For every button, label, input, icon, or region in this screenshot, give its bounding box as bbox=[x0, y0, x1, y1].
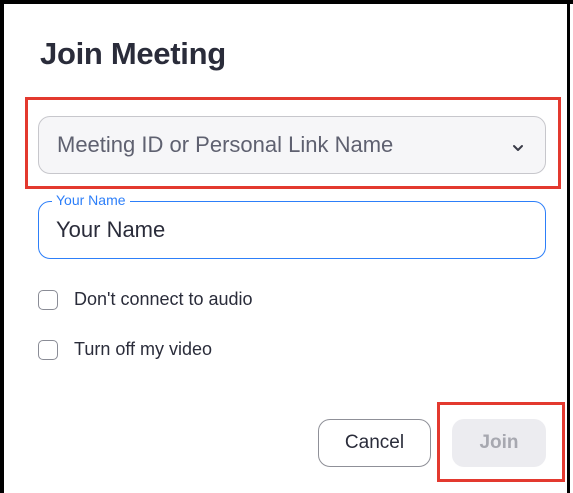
your-name-label: Your Name bbox=[52, 192, 130, 208]
turn-off-video-checkbox[interactable] bbox=[38, 339, 58, 360]
window-border-top bbox=[0, 0, 573, 4]
chevron-down-icon[interactable] bbox=[511, 140, 525, 151]
turn-off-video-label: Turn off my video bbox=[74, 339, 213, 359]
your-name-input[interactable] bbox=[56, 212, 526, 248]
join-meeting-dialog: Join Meeting Meeting ID or Personal Link… bbox=[0, 0, 573, 493]
meeting-id-placeholder: Meeting ID or Personal Link Name bbox=[57, 132, 394, 157]
turn-off-video-option[interactable]: Turn off my video bbox=[38, 339, 212, 360]
join-button[interactable]: Join bbox=[452, 419, 546, 467]
window-border-left bbox=[0, 0, 4, 493]
window-border-right bbox=[567, 0, 570, 493]
meeting-id-combobox[interactable]: Meeting ID or Personal Link Name bbox=[38, 116, 546, 174]
dont-connect-audio-option[interactable]: Don't connect to audio bbox=[38, 289, 253, 310]
cancel-button[interactable]: Cancel bbox=[318, 419, 431, 467]
dialog-title: Join Meeting bbox=[40, 36, 226, 71]
dont-connect-audio-label: Don't connect to audio bbox=[74, 289, 253, 309]
dont-connect-audio-checkbox[interactable] bbox=[38, 289, 58, 310]
